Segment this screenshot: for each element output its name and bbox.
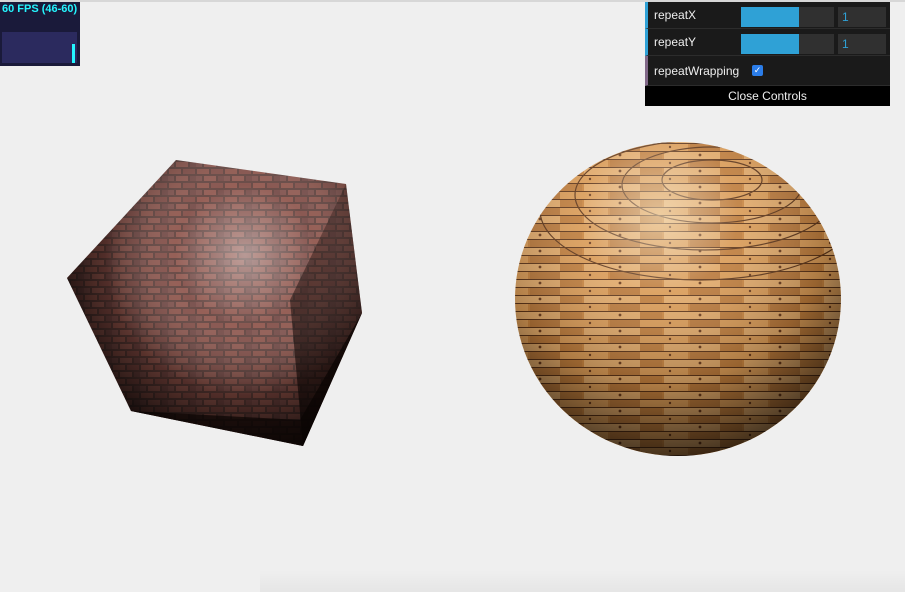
repeatx-label: repeatX: [654, 8, 697, 22]
close-controls-button[interactable]: Close Controls: [645, 86, 890, 106]
repeatx-control: repeatX 1: [645, 2, 890, 29]
controls-panel: repeatX 1 repeatY 1 repeatWrapping ✓ Clo…: [645, 2, 890, 106]
floor-gradient: [260, 570, 905, 592]
repeaty-slider-fill: [741, 34, 799, 54]
repeatwrapping-checkbox[interactable]: ✓: [752, 65, 763, 76]
fps-readout: 60 FPS (46-60): [2, 3, 78, 15]
repeaty-control: repeatY 1: [645, 29, 890, 56]
repeatx-slider[interactable]: [741, 7, 834, 27]
fps-graph: [2, 32, 77, 63]
brick-cube: [67, 160, 362, 446]
fps-graph-bar: [72, 44, 75, 63]
repeatwrapping-control: repeatWrapping ✓: [645, 56, 890, 86]
repeatwrapping-label: repeatWrapping: [654, 64, 740, 78]
repeaty-input[interactable]: 1: [838, 34, 886, 54]
repeatx-slider-fill: [741, 7, 799, 27]
wood-sphere: [515, 142, 841, 456]
repeaty-slider[interactable]: [741, 34, 834, 54]
repeatx-input[interactable]: 1: [838, 7, 886, 27]
repeaty-label: repeatY: [654, 35, 697, 49]
fps-stats-panel[interactable]: 60 FPS (46-60): [0, 2, 80, 66]
